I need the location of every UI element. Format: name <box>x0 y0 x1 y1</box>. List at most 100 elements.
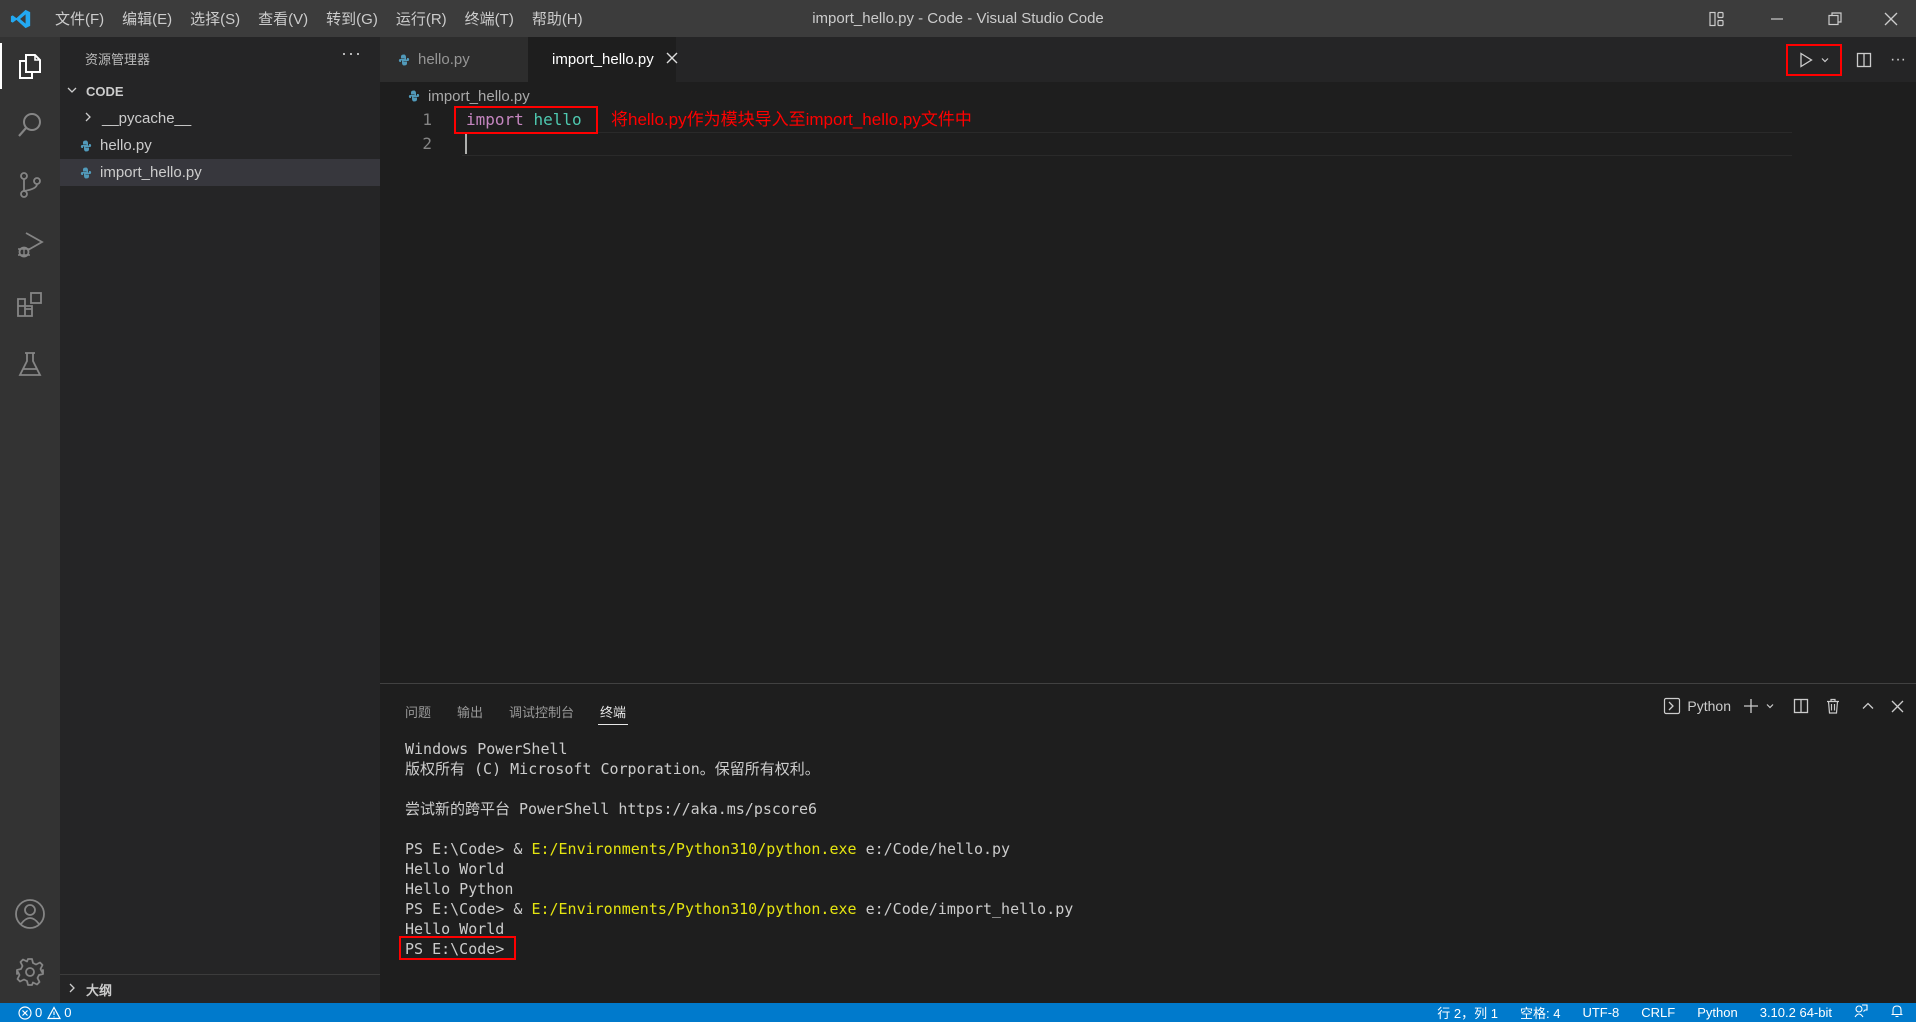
tab-import-hello-py[interactable]: import_hello.py <box>528 37 678 82</box>
tree-item-pycache[interactable]: __pycache__ <box>60 105 380 132</box>
editor-actions: ··· <box>1786 37 1916 82</box>
code-editor[interactable]: import_hello.py 1 import hello 2 将hello.… <box>380 82 1916 683</box>
new-terminal-button[interactable] <box>1743 698 1759 714</box>
split-editor-icon <box>1856 52 1872 67</box>
close-window-button[interactable] <box>1862 0 1916 37</box>
run-python-file-button[interactable] <box>1786 43 1842 76</box>
menu-selection[interactable]: 选择(S) <box>181 8 249 29</box>
activity-run-debug[interactable] <box>0 216 60 274</box>
menu-bar: 文件(F) 编辑(E) 选择(S) 查看(V) 转到(G) 运行(R) 终端(T… <box>46 0 592 37</box>
panel-tabs: 问题 输出 调试控制台 终端 <box>405 696 652 726</box>
tab-problems[interactable]: 问题 <box>405 697 431 725</box>
terminal-selector[interactable]: Python <box>1663 697 1731 715</box>
outline-section[interactable]: 大纲 <box>60 974 380 1003</box>
folder-section-code[interactable]: CODE <box>60 78 380 105</box>
annotation-text: 将hello.py作为模块导入至import_hello.py文件中 <box>611 110 972 129</box>
tree-item-label: hello.py <box>100 137 152 154</box>
tab-terminal[interactable]: 终端 <box>598 697 629 725</box>
annotation-highlight-box <box>454 106 598 134</box>
extensions-icon <box>17 292 42 317</box>
python-interpreter[interactable]: 3.10.2 64-bit <box>1760 1005 1832 1020</box>
language-mode[interactable]: Python <box>1697 1005 1737 1020</box>
tree-item-import-hello-py[interactable]: import_hello.py <box>60 159 380 186</box>
activity-accounts[interactable] <box>0 885 60 943</box>
activity-manage[interactable] <box>0 943 60 1001</box>
chevron-up-icon <box>1862 702 1874 709</box>
activity-search[interactable] <box>0 96 60 154</box>
indentation[interactable]: 空格: 4 <box>1520 1003 1560 1022</box>
tree-item-hello-py[interactable]: hello.py <box>60 132 380 159</box>
panel-actions: Python <box>1651 692 1904 720</box>
status-bar: 0 0 行 2，列 1 空格: 4 UTF-8 CRLF Python 3.10… <box>0 1003 1916 1022</box>
activity-explorer[interactable] <box>0 37 60 95</box>
tree-item-label: __pycache__ <box>102 110 192 127</box>
plus-icon <box>1744 699 1758 713</box>
tab-debug-console[interactable]: 调试控制台 <box>509 697 574 725</box>
python-exe-path: E:/Environments/Python310/python.exe <box>531 840 857 858</box>
vscode-logo-icon <box>10 9 31 29</box>
terminal-icon <box>1664 697 1681 715</box>
menu-help[interactable]: 帮助(H) <box>523 8 592 29</box>
maximize-panel-button[interactable] <box>1861 699 1875 713</box>
tab-close-button[interactable] <box>666 51 678 69</box>
title-bar: 文件(F) 编辑(E) 选择(S) 查看(V) 转到(G) 运行(R) 终端(T… <box>0 0 1916 37</box>
activity-source-control[interactable] <box>0 156 60 214</box>
trash-icon <box>1827 698 1839 714</box>
bottom-panel: 问题 输出 调试控制台 终端 Python Windows PowerShell… <box>380 683 1916 1003</box>
feedback-button[interactable] <box>1854 1004 1868 1021</box>
editor-more-actions-button[interactable]: ··· <box>1880 44 1916 76</box>
current-line-border <box>462 155 1792 156</box>
menu-view[interactable]: 查看(V) <box>249 8 317 29</box>
split-icon <box>1793 698 1809 714</box>
menu-file[interactable]: 文件(F) <box>46 8 113 29</box>
breadcrumb: import_hello.py <box>408 86 530 106</box>
tab-output[interactable]: 输出 <box>457 697 483 725</box>
terminal-line: Hello World <box>405 860 505 878</box>
files-icon <box>19 54 41 79</box>
split-editor-button[interactable] <box>1848 44 1880 76</box>
terminal-command-line: PS E:\Code> & E:/Environments/Python310/… <box>405 899 1073 919</box>
restore-button[interactable] <box>1806 0 1864 37</box>
tab-hello-py[interactable]: hello.py <box>380 37 528 82</box>
problems-status[interactable]: 0 0 <box>18 1003 71 1022</box>
terminal-output[interactable]: Windows PowerShell 版权所有 (C) Microsoft Co… <box>399 739 1073 960</box>
terminal-profiles-dropdown[interactable] <box>1765 701 1775 711</box>
testing-flask-icon <box>18 352 42 376</box>
tree-item-label: import_hello.py <box>100 164 202 181</box>
cursor-position[interactable]: 行 2，列 1 <box>1437 1003 1498 1022</box>
search-icon <box>18 113 41 137</box>
breadcrumb-file[interactable]: import_hello.py <box>428 88 530 105</box>
split-terminal-button[interactable] <box>1793 698 1809 714</box>
notifications-button[interactable] <box>1890 1004 1904 1021</box>
menu-terminal[interactable]: 终端(T) <box>456 8 523 29</box>
activity-extensions[interactable] <box>0 276 60 334</box>
restore-icon <box>1828 11 1842 25</box>
chevron-down-icon[interactable] <box>1820 55 1830 65</box>
chevron-down-icon <box>1766 704 1774 709</box>
tab-label: hello.py <box>418 51 470 68</box>
line-number: 2 <box>422 134 432 153</box>
current-line-border <box>462 132 1792 133</box>
editor-tab-bar: hello.py import_hello.py ··· <box>380 37 1916 82</box>
python-file-icon <box>398 54 410 65</box>
sidebar-more-actions[interactable]: ··· <box>341 43 362 64</box>
encoding[interactable]: UTF-8 <box>1582 1005 1619 1020</box>
menu-run[interactable]: 运行(R) <box>387 8 456 29</box>
sidebar-title: 资源管理器 <box>85 52 151 67</box>
terminal-name: Python <box>1687 698 1731 714</box>
activity-bar <box>0 37 60 1003</box>
minimize-button[interactable] <box>1748 0 1806 37</box>
menu-go[interactable]: 转到(G) <box>317 8 387 29</box>
text-cursor <box>465 134 467 154</box>
end-of-line[interactable]: CRLF <box>1641 1005 1675 1020</box>
kill-terminal-button[interactable] <box>1825 698 1841 714</box>
customize-layout-button[interactable] <box>1688 0 1746 37</box>
play-icon <box>1800 51 1813 68</box>
activity-testing[interactable] <box>0 335 60 393</box>
source-control-icon <box>20 172 41 198</box>
menu-edit[interactable]: 编辑(E) <box>113 8 181 29</box>
warning-count: 0 <box>64 1005 72 1020</box>
close-panel-button[interactable] <box>1891 700 1904 713</box>
